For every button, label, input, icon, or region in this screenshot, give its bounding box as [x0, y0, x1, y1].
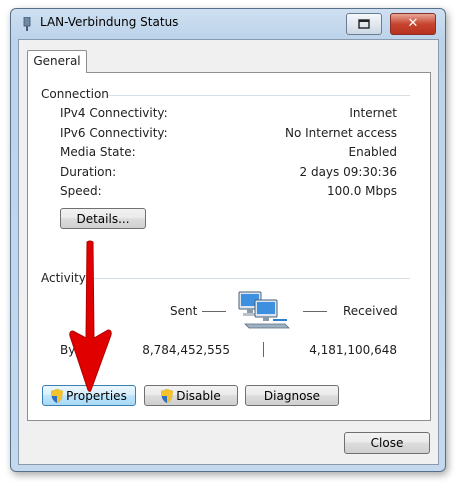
- speed-label: Speed:: [60, 184, 102, 198]
- close-icon: ✕: [407, 16, 419, 31]
- title-bar[interactable]: LAN-Verbindung Status ✕: [11, 9, 445, 37]
- connection-divider: [108, 95, 410, 96]
- activity-divider: [90, 278, 410, 279]
- uac-shield-icon: [161, 389, 174, 403]
- received-dash: [303, 311, 327, 312]
- connection-group-label: Connection: [41, 87, 109, 101]
- network-cable-icon: [23, 17, 31, 31]
- media-state-label: Media State:: [60, 145, 136, 159]
- tab-general[interactable]: General: [27, 50, 87, 73]
- ipv6-value: No Internet access: [284, 126, 397, 140]
- red-arrow-icon: [69, 240, 112, 392]
- ipv6-label: IPv6 Connectivity:: [60, 126, 168, 140]
- close-button[interactable]: Close: [344, 432, 430, 454]
- duration-label: Duration:: [60, 165, 117, 179]
- ipv4-value: Internet: [349, 106, 397, 120]
- disable-button[interactable]: Disable: [144, 385, 238, 406]
- bytes-sent-value: 8,784,452,555: [142, 343, 230, 357]
- activity-center-line: [263, 342, 264, 357]
- restore-button[interactable]: [346, 13, 382, 35]
- media-state-value: Enabled: [348, 145, 398, 159]
- diagnose-button[interactable]: Diagnose: [245, 385, 339, 406]
- speed-value: 100.0 Mbps: [326, 184, 397, 198]
- received-label: Received: [343, 304, 398, 318]
- bytes-received-value: 4,181,100,648: [309, 343, 397, 357]
- duration-value: 2 days 09:30:36: [299, 165, 397, 179]
- restore-icon: [358, 19, 370, 29]
- disable-label: Disable: [176, 389, 221, 403]
- close-window-button[interactable]: ✕: [390, 13, 436, 35]
- ipv4-label: IPv4 Connectivity:: [60, 106, 168, 120]
- network-computers-icon: [238, 291, 290, 329]
- sent-label: Sent: [170, 304, 198, 318]
- details-button[interactable]: Details...: [60, 208, 146, 229]
- sent-dash: [202, 311, 226, 312]
- window-title: LAN-Verbindung Status: [40, 15, 179, 29]
